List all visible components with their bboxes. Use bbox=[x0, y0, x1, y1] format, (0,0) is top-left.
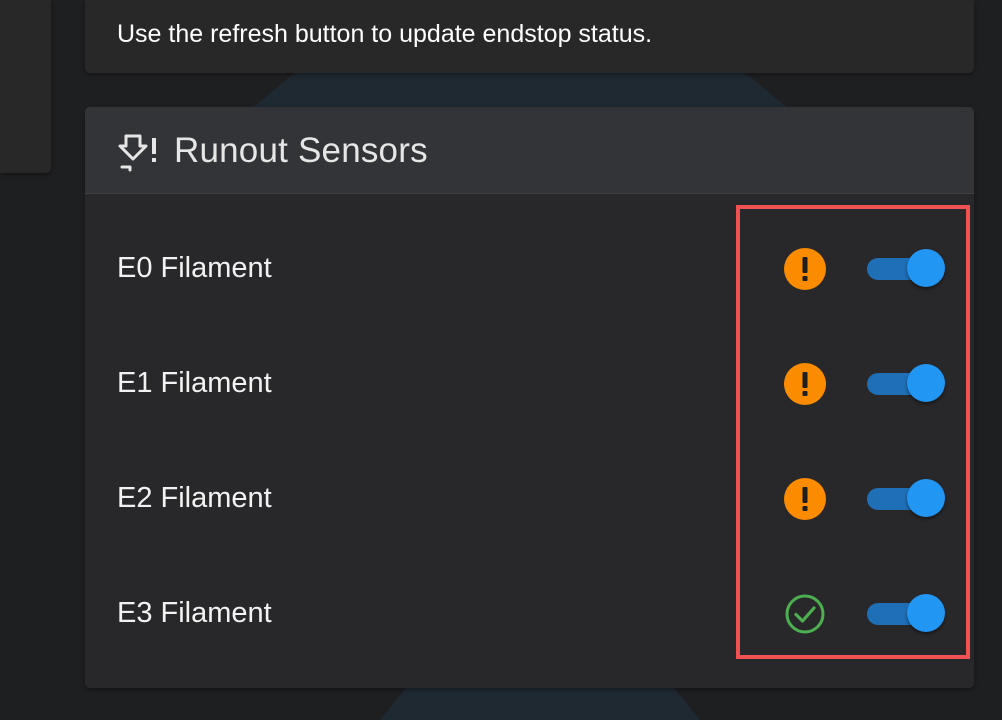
check-circle-icon bbox=[785, 594, 825, 634]
sensor-toggle[interactable] bbox=[867, 478, 947, 518]
toggle-thumb[interactable] bbox=[907, 479, 945, 517]
sensor-row-e2: E2 Filament bbox=[85, 468, 974, 528]
sensor-row-e3: E3 Filament bbox=[85, 583, 974, 643]
sensor-label: E3 Filament bbox=[117, 597, 272, 629]
sensor-toggle[interactable] bbox=[867, 593, 947, 633]
sensor-label: E2 Filament bbox=[117, 482, 272, 514]
toggle-thumb[interactable] bbox=[907, 364, 945, 402]
left-panel bbox=[0, 0, 51, 173]
card-header: Runout Sensors bbox=[85, 107, 974, 194]
sensor-toggle[interactable] bbox=[867, 363, 947, 403]
toggle-thumb[interactable] bbox=[907, 249, 945, 287]
sensor-toggle[interactable] bbox=[867, 248, 947, 288]
sensor-row-e0: E0 Filament bbox=[85, 238, 974, 298]
endstop-info-text: Use the refresh button to update endstop… bbox=[117, 20, 653, 48]
sensor-label: E0 Filament bbox=[117, 252, 272, 284]
sensor-row-e1: E1 Filament bbox=[85, 353, 974, 413]
runout-sensor-icon bbox=[118, 134, 156, 172]
runout-sensors-card: Runout Sensors E0 Filament E1 Filament E… bbox=[85, 107, 974, 688]
card-title: Runout Sensors bbox=[174, 131, 428, 170]
alert-circle-icon bbox=[784, 363, 826, 405]
endstop-card: Use the refresh button to update endstop… bbox=[85, 0, 974, 73]
alert-circle-icon bbox=[784, 478, 826, 520]
toggle-thumb[interactable] bbox=[907, 594, 945, 632]
alert-circle-icon bbox=[784, 248, 826, 290]
sensor-label: E1 Filament bbox=[117, 367, 272, 399]
